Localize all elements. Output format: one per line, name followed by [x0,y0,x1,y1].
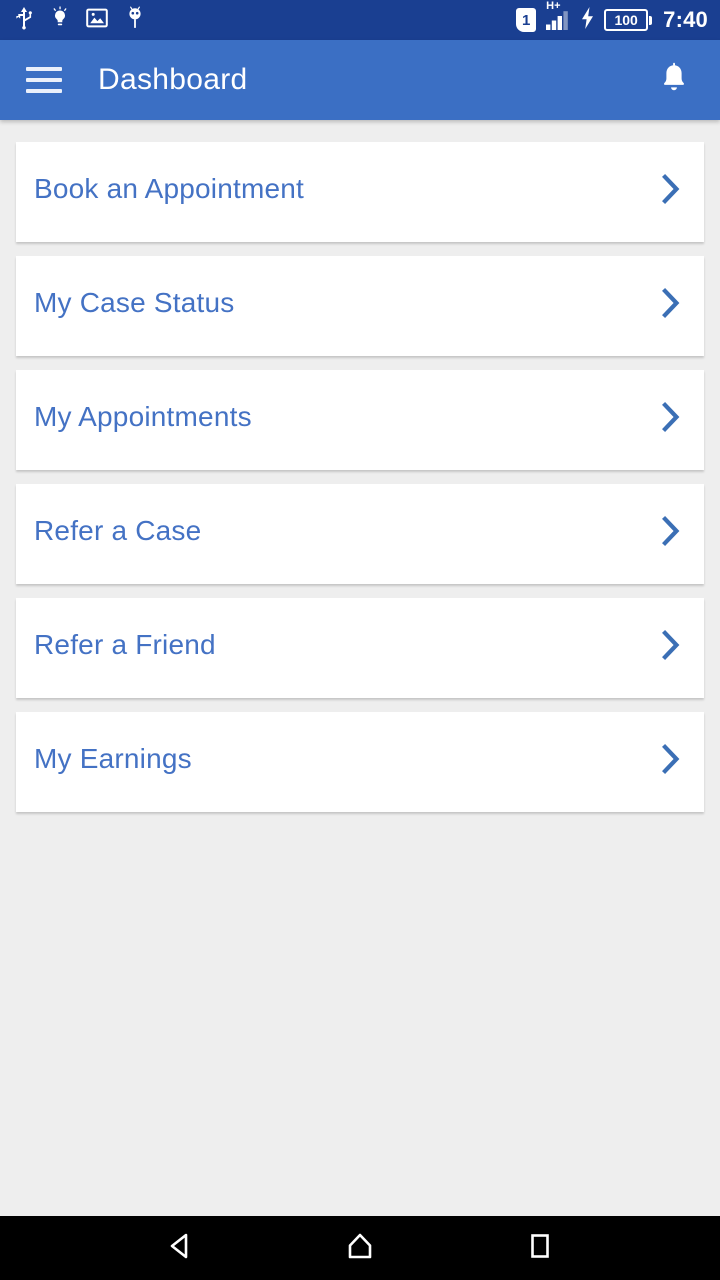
card-label: My Appointments [34,401,252,432]
network-type-label: H+ [546,0,561,12]
dashboard-card-refer-a-friend[interactable]: Refer a Friend [16,598,704,698]
chevron-right-icon [658,742,684,776]
card-label: My Earnings [34,743,192,774]
hamburger-bar [26,89,62,93]
card-label: My Case Status [34,287,235,318]
battery-level-label: 100 [604,9,649,31]
home-button[interactable] [325,1216,395,1280]
dashboard-card-my-earnings[interactable]: My Earnings [16,712,704,812]
hamburger-bar [26,67,62,71]
dashboard-content: Book an Appointment My Case Status My Ap… [0,120,720,1216]
notifications-button[interactable] [652,58,696,102]
android-navigation-bar [0,1216,720,1280]
chevron-right-icon [658,514,684,548]
card-label: Refer a Case [34,515,202,546]
hamburger-menu-icon[interactable] [26,67,62,93]
app-bar: Dashboard [0,40,720,120]
battery-cap [649,15,653,25]
dashboard-card-refer-a-case[interactable]: Refer a Case [16,484,704,584]
recents-button[interactable] [505,1216,575,1280]
status-bar: 1 H+ 100 7:40 [0,0,720,40]
dashboard-card-my-case-status[interactable]: My Case Status [16,256,704,356]
signal-strength-icon: H+ [545,0,571,36]
app-root: 1 H+ 100 7:40 Dashboard Book an Appointm… [0,0,720,1280]
status-bar-right-icons: 1 H+ 100 7:40 [516,0,708,36]
card-label: Book an Appointment [34,173,304,204]
dashboard-card-my-appointments[interactable]: My Appointments [16,370,704,470]
battery-icon: 100 [604,9,653,31]
clock: 7:40 [663,7,708,32]
sim-card-icon: 1 [516,8,537,32]
usb-icon [14,6,34,35]
chevron-right-icon [658,286,684,320]
charging-bolt-icon [580,6,595,35]
back-triangle-icon [163,1229,197,1268]
screenshot-image-icon [86,7,108,34]
card-label: Refer a Friend [34,629,216,660]
home-icon [343,1229,377,1268]
back-button[interactable] [145,1216,215,1280]
bug-report-lightbulb-icon [51,5,69,35]
chevron-right-icon [658,400,684,434]
chevron-right-icon [658,628,684,662]
bell-icon [659,62,689,99]
status-bar-left-icons [14,5,145,35]
dashboard-card-book-an-appointment[interactable]: Book an Appointment [16,142,704,242]
chevron-right-icon [658,172,684,206]
recents-square-icon [523,1229,557,1268]
hamburger-bar [26,78,62,82]
page-title: Dashboard [98,63,248,96]
android-debug-icon [125,6,145,35]
